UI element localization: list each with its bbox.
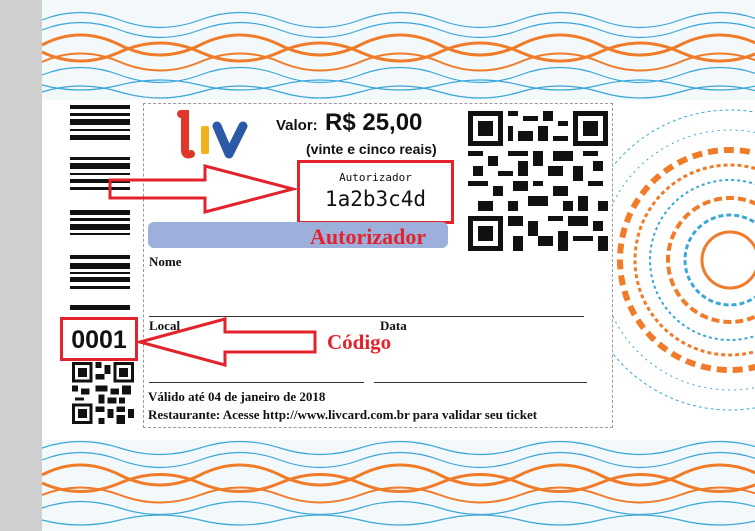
valor-extenso: (vinte e cinco reais): [306, 141, 437, 157]
arrow-right-outline: [108, 164, 299, 214]
autorizador-callout: Autorizador: [310, 224, 427, 249]
validade-text: Válido até 04 de janeiro de 2018: [148, 389, 326, 404]
valor-label: Valor:: [276, 117, 318, 134]
valor-amount: R$ 25,00: [325, 109, 423, 136]
restaurante-text: Restaurante: Acesse http://www.livcard.c…: [148, 407, 538, 422]
nome-label: Nome: [149, 254, 182, 269]
autorizador-code: 1a2b3c4d: [324, 187, 427, 211]
autorizador-box: Autorizador 1a2b3c4d: [297, 160, 454, 224]
local-line: [149, 382, 364, 383]
codigo-callout: Código: [327, 330, 392, 354]
autorizador-label: Autorizador: [339, 171, 412, 184]
qr-code-large: [468, 111, 608, 251]
logo-liv: [177, 110, 248, 159]
codigo-value: 0001: [71, 326, 127, 354]
data-line: [374, 382, 587, 383]
codigo-box: 0001: [60, 317, 138, 361]
qr-code-small: [72, 362, 134, 424]
arrow-left-outline: [135, 317, 317, 367]
